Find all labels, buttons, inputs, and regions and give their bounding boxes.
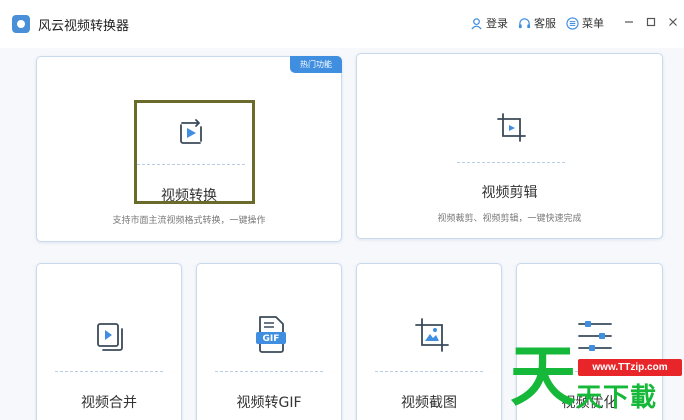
customer-service-button[interactable]: 客服 bbox=[518, 15, 556, 31]
convert-icon bbox=[180, 119, 202, 144]
menu-label: 菜单 bbox=[582, 17, 604, 30]
divider-line bbox=[457, 162, 565, 163]
video-convert-desc: 支持市面主流视频格式转换，一键操作 bbox=[112, 216, 266, 226]
menu-button[interactable]: 菜单 bbox=[566, 15, 604, 31]
login-button[interactable]: 登录 bbox=[470, 15, 508, 31]
video-edit-title: 视频剪辑 bbox=[481, 185, 538, 201]
site-watermark: 天 www.TTzip.com 天下載 bbox=[506, 340, 684, 420]
hot-feature-badge: 热门功能 bbox=[290, 56, 342, 73]
maximize-icon bbox=[646, 17, 656, 27]
divider-line bbox=[215, 371, 323, 372]
video-screenshot-card[interactable]: 视频截图 bbox=[356, 263, 502, 420]
video-merge-card[interactable]: 视频合并 bbox=[36, 263, 182, 420]
watermark-text: 天下載 bbox=[576, 383, 658, 413]
app-logo-icon bbox=[12, 15, 30, 33]
divider-line bbox=[137, 164, 245, 165]
minimize-icon bbox=[625, 21, 633, 23]
divider-line bbox=[55, 371, 163, 372]
crop-icon bbox=[497, 113, 526, 142]
service-label: 客服 bbox=[534, 17, 556, 30]
video-edit-card[interactable]: 视频剪辑 视频裁剪、视频剪辑，一键快速完成 bbox=[356, 53, 663, 239]
screenshot-crop-icon bbox=[415, 318, 449, 352]
divider-line bbox=[375, 371, 483, 372]
video-convert-card[interactable]: 热门功能 视频转换 支持市面主流视频格式转换，一键操作 bbox=[36, 56, 342, 242]
maximize-button[interactable] bbox=[642, 12, 660, 32]
video-screenshot-title: 视频截图 bbox=[401, 395, 457, 411]
headset-icon bbox=[518, 17, 531, 28]
video-convert-title: 视频转换 bbox=[161, 188, 217, 204]
video-merge-title: 视频合并 bbox=[81, 395, 137, 411]
video-edit-desc: 视频裁剪、视频剪辑，一键快速完成 bbox=[437, 214, 582, 224]
close-icon bbox=[669, 18, 677, 26]
video-to-gif-title: 视频转GIF bbox=[236, 395, 302, 411]
app-title: 风云视频转换器 bbox=[38, 19, 130, 34]
login-label: 登录 bbox=[486, 17, 508, 30]
user-icon bbox=[471, 17, 482, 29]
merge-icon bbox=[97, 323, 123, 351]
minimize-button[interactable] bbox=[620, 12, 638, 32]
watermark-big-char: 天 bbox=[510, 338, 576, 415]
video-to-gif-card[interactable]: GIF 视频转GIF bbox=[196, 263, 342, 420]
watermark-url: www.TTzip.com bbox=[578, 359, 682, 376]
close-button[interactable] bbox=[664, 12, 682, 32]
gif-icon-label: GIF bbox=[262, 334, 280, 344]
menu-icon bbox=[566, 16, 579, 30]
title-bar: 风云视频转换器 登录 客服 菜单 bbox=[0, 0, 684, 48]
